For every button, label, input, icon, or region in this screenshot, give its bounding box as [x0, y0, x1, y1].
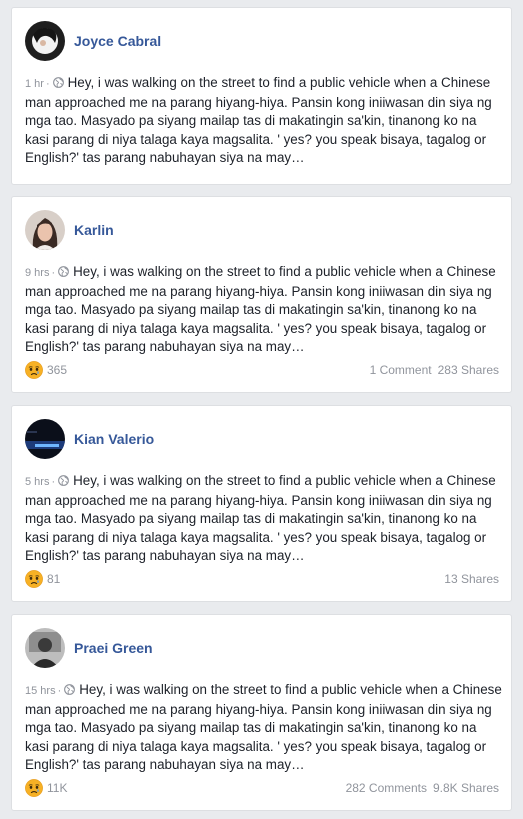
globe-icon — [53, 77, 64, 88]
post-text: Hey, i was walking on the street to find… — [25, 75, 492, 165]
reaction-count[interactable]: 11K — [47, 781, 67, 795]
post-text: Hey, i was walking on the street to find… — [25, 264, 496, 354]
sad-reaction-icon[interactable] — [25, 361, 43, 379]
reaction-count[interactable]: 365 — [47, 363, 67, 377]
post-timestamp[interactable]: 5 hrs — [25, 476, 49, 488]
share-count[interactable]: 13 Shares — [444, 572, 499, 586]
globe-icon — [58, 475, 69, 486]
post-timestamp[interactable]: 1 hr — [25, 78, 44, 90]
post-card: Kian Valerio 5 hrs · Hey, i was walking on… — [11, 405, 512, 602]
post-text: Hey, i was walking on the street to find… — [25, 682, 502, 772]
post-header: Karlin — [25, 209, 114, 251]
post-card: Karlin 9 hrs · Hey, i was walking on the s… — [11, 196, 512, 393]
author-name[interactable]: Praei Green — [74, 640, 153, 656]
post-footer: 81 13 Shares — [25, 569, 499, 589]
meta-separator: · — [57, 685, 62, 697]
reaction-count[interactable]: 81 — [47, 572, 60, 586]
avatar[interactable] — [25, 628, 65, 668]
post-body: 1 hr · Hey, i was walking on the street to… — [25, 74, 503, 168]
post-card: Joyce Cabral 1 hr · Hey, i was walking on … — [11, 7, 512, 185]
globe-icon — [64, 684, 75, 695]
post-footer: 365 1 Comment 283 Shares — [25, 360, 499, 380]
share-count[interactable]: 9.8K Shares — [433, 781, 499, 795]
author-name[interactable]: Karlin — [74, 222, 114, 238]
news-feed: Joyce Cabral 1 hr · Hey, i was walking on … — [0, 0, 523, 819]
post-body: 15 hrs · Hey, i was walking on the street … — [25, 681, 503, 775]
post-text: Hey, i was walking on the street to find… — [25, 473, 496, 563]
meta-separator: · — [51, 476, 56, 488]
meta-separator: · — [51, 267, 56, 279]
post-card: Praei Green 15 hrs · Hey, i was walking on… — [11, 614, 512, 811]
comment-count[interactable]: 282 Comments — [346, 781, 427, 795]
sad-reaction-icon[interactable] — [25, 570, 43, 588]
post-body: 9 hrs · Hey, i was walking on the street t… — [25, 263, 503, 357]
post-footer: 11K 282 Comments 9.8K Shares — [25, 778, 499, 798]
comment-count[interactable]: 1 Comment — [370, 363, 432, 377]
post-timestamp[interactable]: 9 hrs — [25, 267, 49, 279]
share-count[interactable]: 283 Shares — [438, 363, 499, 377]
author-name[interactable]: Joyce Cabral — [74, 33, 161, 49]
avatar[interactable] — [25, 21, 65, 61]
globe-icon — [58, 266, 69, 277]
post-header: Joyce Cabral — [25, 20, 161, 62]
avatar[interactable] — [25, 419, 65, 459]
meta-separator: · — [45, 78, 50, 90]
post-header: Kian Valerio — [25, 418, 154, 460]
sad-reaction-icon[interactable] — [25, 779, 43, 797]
avatar[interactable] — [25, 210, 65, 250]
post-timestamp[interactable]: 15 hrs — [25, 685, 56, 697]
post-body: 5 hrs · Hey, i was walking on the street t… — [25, 472, 503, 566]
author-name[interactable]: Kian Valerio — [74, 431, 154, 447]
post-header: Praei Green — [25, 627, 153, 669]
